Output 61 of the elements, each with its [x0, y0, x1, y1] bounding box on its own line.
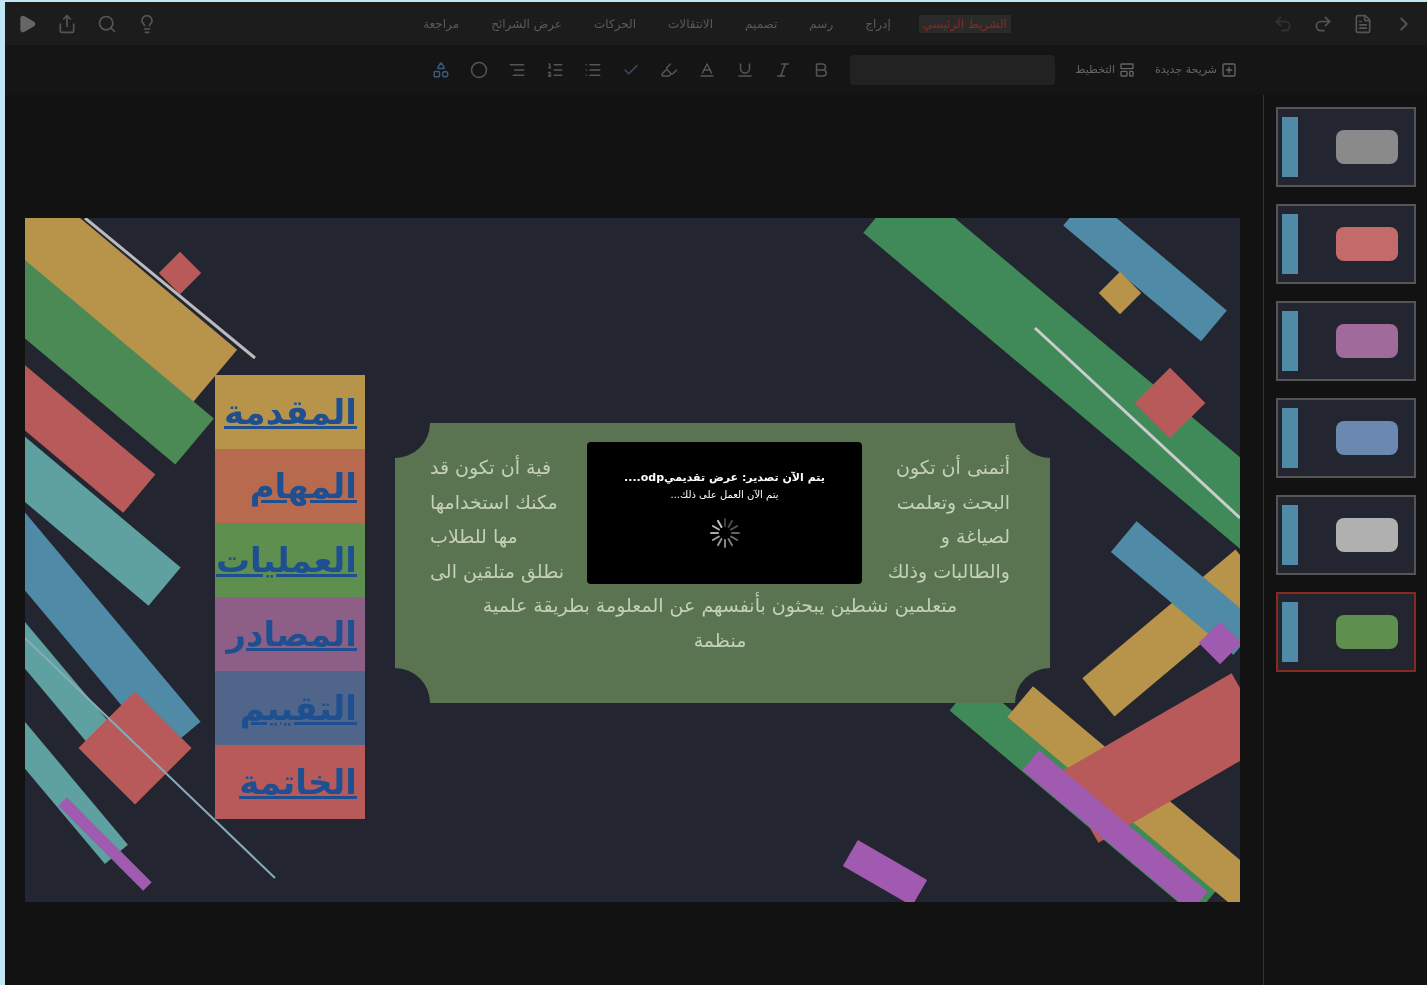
slide-text: البحث وتعلمت: [896, 489, 1010, 516]
menu-box[interactable]: المقدمة: [215, 375, 365, 449]
menu-box[interactable]: المهام: [215, 449, 365, 523]
slide-text: أتمنى أن تكون: [896, 454, 1010, 481]
new-slide-icon: [1221, 62, 1237, 78]
slide-text: منظمة: [693, 627, 747, 653]
menu-link[interactable]: المصادر: [226, 608, 357, 660]
slide-thumbnail[interactable]: [1276, 204, 1416, 284]
slide-thumbnail[interactable]: [1276, 107, 1416, 187]
layout-button[interactable]: التخطيط: [1075, 61, 1135, 79]
ribbon-tab[interactable]: عرض الشرائح: [487, 14, 566, 33]
undo-icon[interactable]: [1273, 13, 1293, 34]
slide-thumbnail[interactable]: [1276, 398, 1416, 478]
font-color-icon[interactable]: [698, 61, 717, 79]
highlighter-icon[interactable]: [660, 61, 679, 79]
ribbon-tab[interactable]: إدراج: [861, 14, 895, 33]
align-icon[interactable]: [508, 61, 527, 79]
menu-box[interactable]: المصادر: [215, 597, 365, 671]
ribbon-tab[interactable]: الشريط الرئيسي: [918, 14, 1011, 33]
thumbnail-stripe: [1282, 117, 1298, 177]
dialog-message: يتم الآن العمل على ذلك...: [670, 487, 779, 502]
spinner-icon: [707, 515, 742, 550]
layout-icon: [1119, 62, 1135, 78]
slide-thumbnail[interactable]: [1276, 301, 1416, 381]
ribbon-tab[interactable]: الحركات: [590, 14, 641, 33]
ribbon-tab[interactable]: مراجعة: [419, 14, 464, 33]
new-slide-button[interactable]: شريحة جديدة: [1155, 61, 1237, 79]
ribbon-tab[interactable]: تصميم: [741, 14, 782, 33]
thumbnail-stripe: [1282, 311, 1298, 371]
underline-icon[interactable]: [736, 61, 755, 79]
file-icon[interactable]: [1353, 13, 1373, 34]
numbered-list-icon[interactable]: [546, 61, 565, 79]
slide-text: مكنك استخدامها: [430, 489, 558, 516]
search-icon[interactable]: [97, 13, 117, 34]
share-icon[interactable]: [57, 13, 77, 34]
circle-icon[interactable]: [470, 61, 489, 79]
thumbnail-stripe: [1282, 602, 1298, 662]
thumbnail-stripe: [1282, 408, 1298, 468]
slide-text: لصياغة و: [940, 524, 1010, 550]
slide-thumbnail[interactable]: [1276, 592, 1416, 672]
play-icon[interactable]: [17, 13, 37, 34]
bullet-list-icon[interactable]: [584, 61, 603, 79]
slide-text: نطلق متلقين الى: [430, 558, 564, 585]
slide-text: فية أن تكون قد: [430, 454, 551, 481]
ribbon-tab[interactable]: الانتقالات: [664, 14, 718, 33]
menu-link[interactable]: المهام: [249, 460, 357, 512]
slide-thumbnail[interactable]: [1276, 495, 1416, 575]
menu-link[interactable]: العمليات: [215, 534, 357, 586]
thumbnail-stripe: [1282, 505, 1298, 565]
dialog-title: يتم الآن تصدير: عرض تقديميodp....: [624, 470, 825, 486]
menu-link[interactable]: الخاتمة: [239, 756, 357, 808]
ribbon-tab[interactable]: رسم: [805, 14, 838, 33]
shapes-icon[interactable]: [432, 61, 451, 79]
slide-text: متعلمين نشطين يبحثون بأنفسهم عن المعلومة بطريقة علمية: [482, 591, 958, 619]
menu-link[interactable]: المقدمة: [224, 386, 357, 438]
menu-box[interactable]: الخاتمة: [215, 745, 365, 819]
thumbnail-stripe: [1282, 214, 1298, 274]
menu-box[interactable]: العمليات: [215, 523, 365, 597]
slide-text: مها للطلاب: [430, 524, 518, 550]
redo-icon[interactable]: [1313, 13, 1333, 34]
slide-text: والطالبات وذلك: [887, 558, 1010, 585]
